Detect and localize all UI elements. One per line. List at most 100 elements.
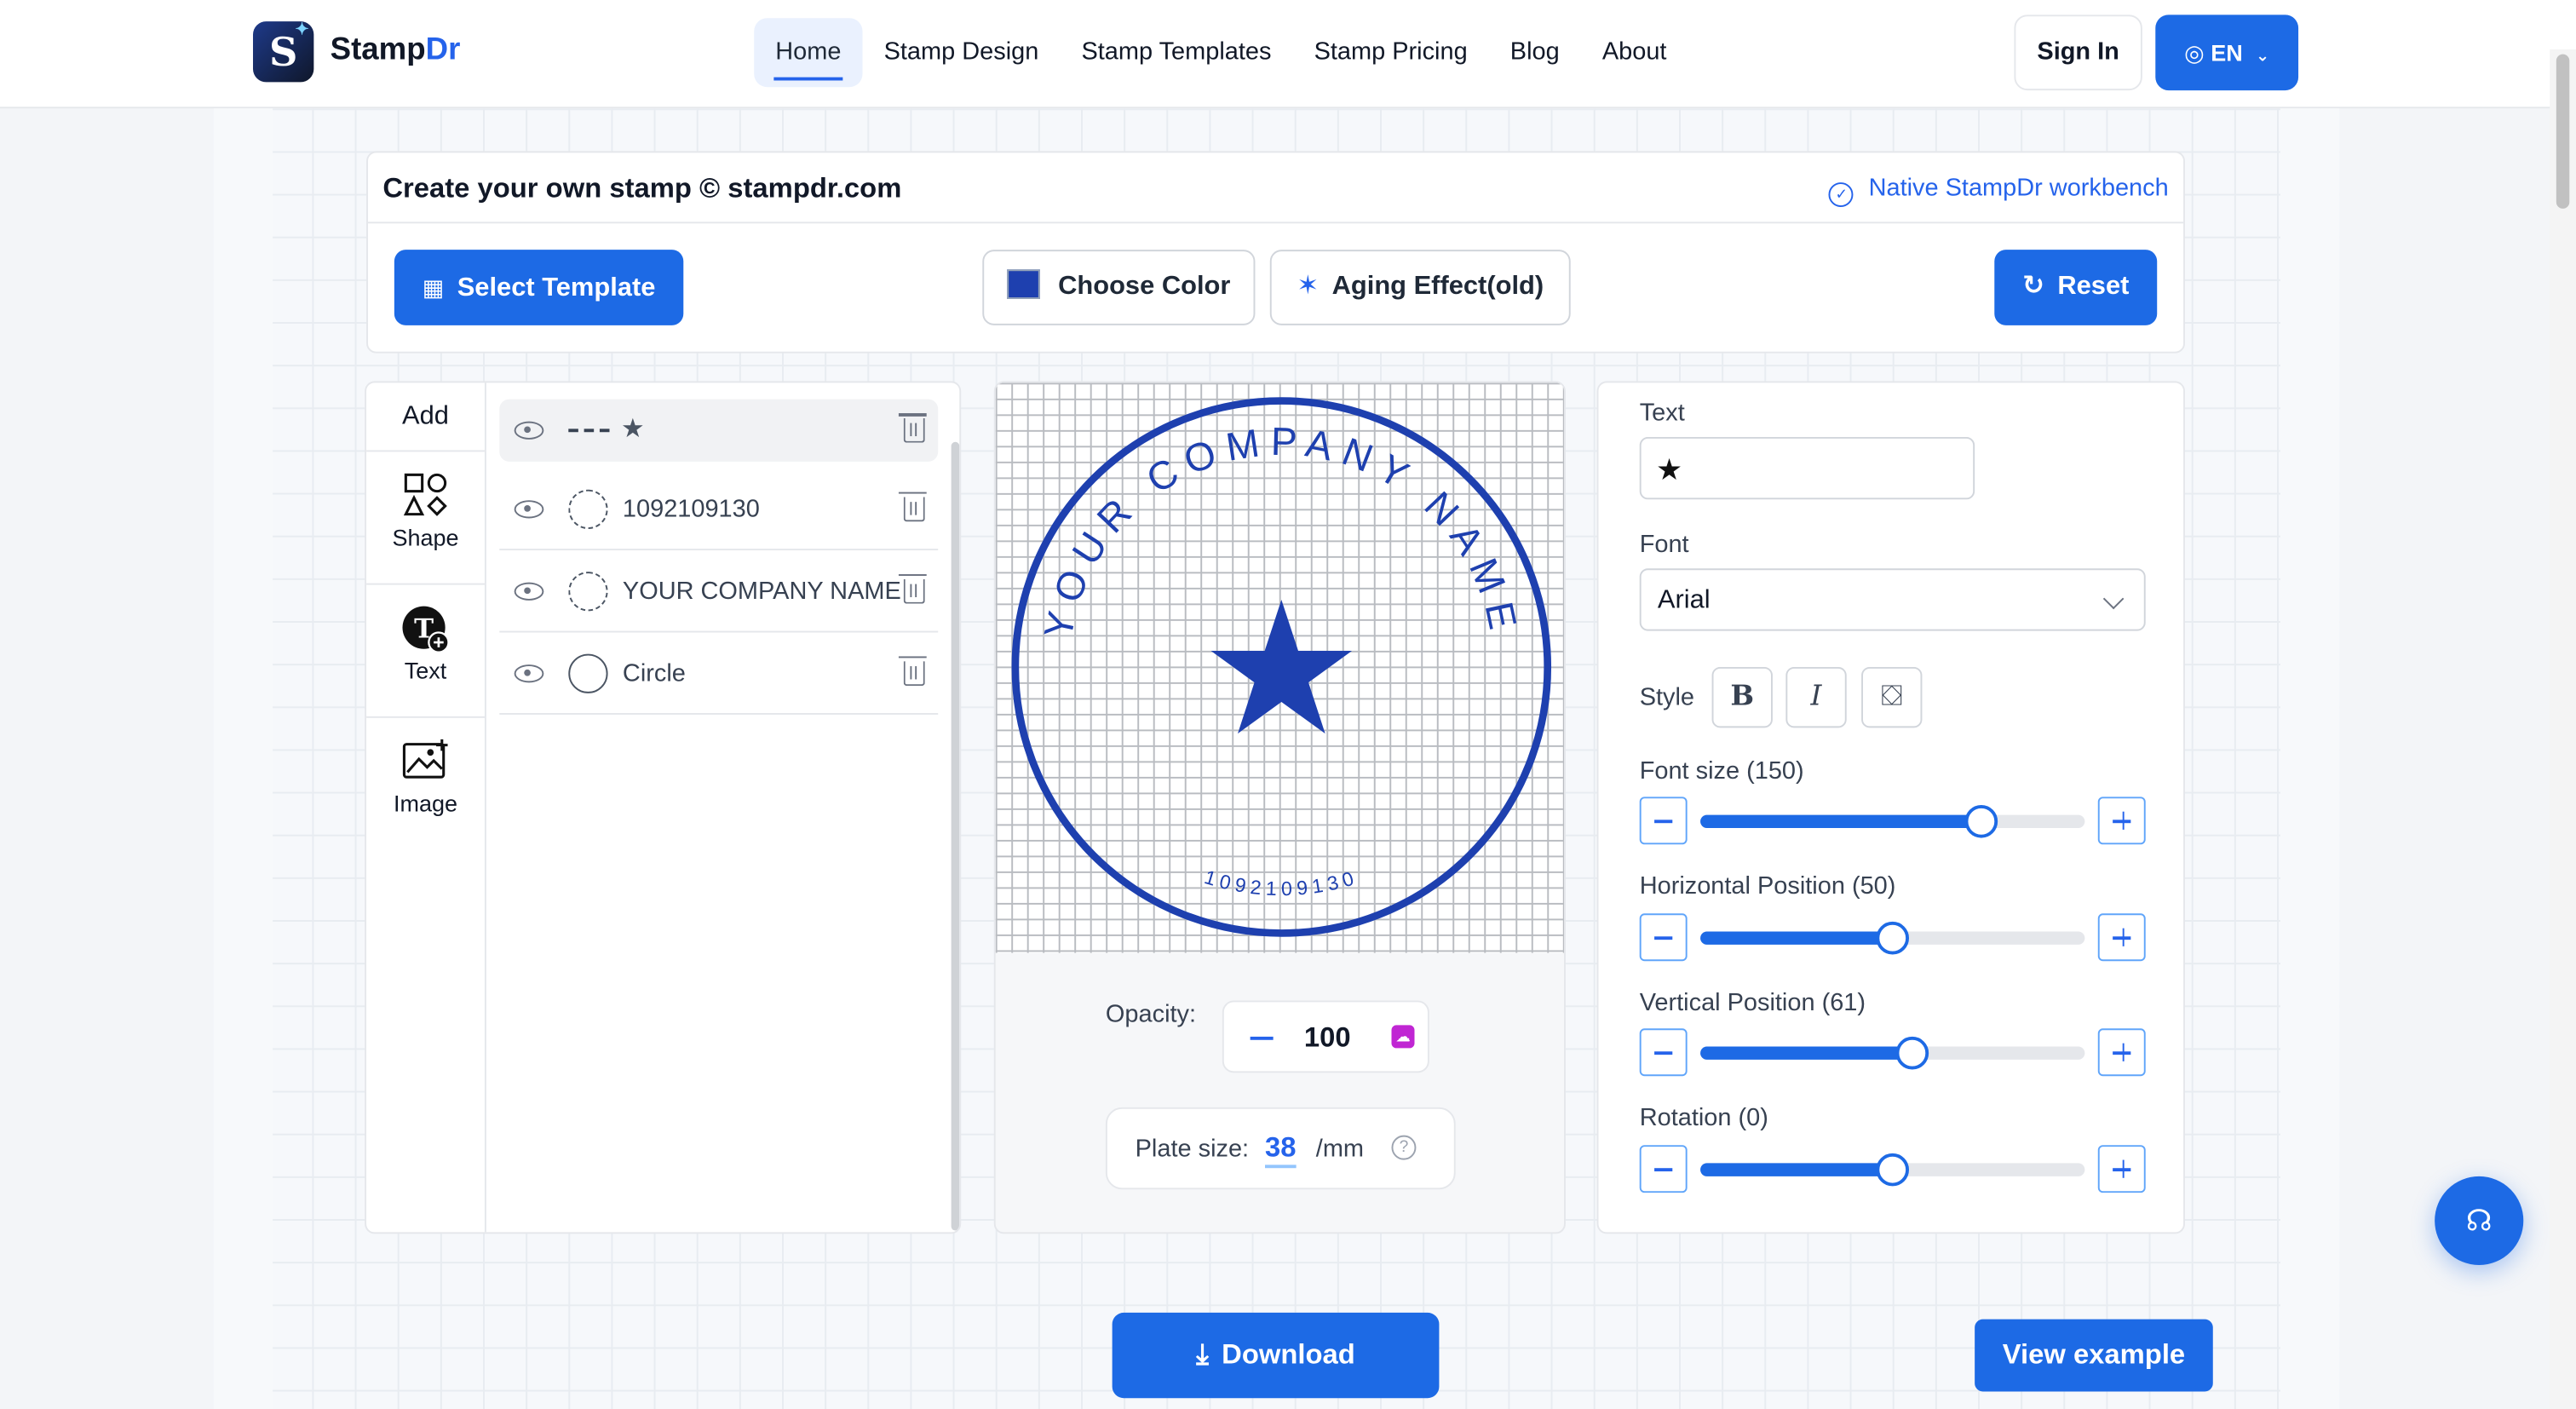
language-selector[interactable]: ◎ EN ⌄ — [2155, 14, 2299, 91]
reset-button[interactable]: ↻ Reset — [1994, 250, 2158, 325]
scrollbar-thumb[interactable] — [2556, 54, 2570, 209]
rotation-label: Rotation (0) — [1639, 1103, 1768, 1132]
eye-icon[interactable] — [514, 664, 544, 682]
add-shape-button[interactable]: Shape — [366, 450, 485, 583]
font-size-decrease-button[interactable] — [1639, 797, 1688, 845]
layer-list-scrollbar[interactable] — [951, 441, 960, 1231]
horizontal-position-decrease-button[interactable] — [1639, 913, 1688, 962]
stamp-bottom-text: 1092109130 — [1202, 866, 1361, 900]
workbench-title: Create your own stamp © stampdr.com — [382, 172, 902, 204]
vertical-position-decrease-button[interactable] — [1639, 1028, 1688, 1077]
nav-home[interactable]: Home — [754, 18, 863, 88]
layers-panel: Add Shape T Text Image ★ 1092109130 YOUR… — [365, 381, 962, 1234]
template-icon: ▦ — [422, 274, 445, 301]
rotation-slider-row — [1639, 1145, 2146, 1194]
select-template-button[interactable]: ▦ Select Template — [394, 250, 684, 325]
vertical-position-slider-row — [1639, 1028, 2146, 1078]
layer-item-star[interactable]: ★ — [499, 399, 939, 462]
layer-item-circle[interactable]: Circle — [499, 632, 939, 715]
sign-in-button[interactable]: Sign In — [2014, 14, 2142, 91]
text-input[interactable]: ★ — [1639, 436, 1975, 500]
add-shape-label: Shape — [392, 524, 459, 551]
dashed-circle-icon — [568, 571, 608, 611]
vertical-position-slider[interactable] — [1700, 1036, 2085, 1070]
eye-icon[interactable] — [514, 581, 544, 600]
layer-label: ★ — [620, 415, 645, 444]
properties-panel: Text ★ Font Arial Style B I ⛋ Font size … — [1596, 381, 2185, 1234]
choose-color-button[interactable]: Choose Color — [982, 250, 1256, 325]
font-select-value: Arial — [1657, 586, 1711, 615]
add-image-button[interactable]: Image — [366, 716, 485, 849]
text-add-icon: T — [366, 605, 485, 658]
color-swatch — [1007, 269, 1040, 299]
nav-stamp-design[interactable]: Stamp Design — [863, 18, 1061, 87]
dashed-circle-icon — [568, 488, 608, 529]
rotation-decrease-button[interactable] — [1639, 1145, 1688, 1193]
chevron-down-icon — [2102, 588, 2125, 610]
stampdr-logo-icon[interactable]: S ✦ — [252, 21, 314, 83]
vertical-position-label: Vertical Position (61) — [1639, 988, 1866, 1017]
opacity-increase-icon[interactable]: ☁ — [1391, 1025, 1415, 1049]
paint-bucket-button[interactable]: ⛋ — [1861, 666, 1923, 728]
magic-wand-icon: ✶ — [1297, 273, 1320, 301]
rotation-increase-button[interactable] — [2097, 1145, 2146, 1193]
horizontal-position-slider-handle[interactable] — [1876, 921, 1909, 955]
layer-item-number[interactable]: 1092109130 — [499, 469, 939, 551]
horizontal-position-slider[interactable] — [1700, 921, 2085, 955]
eye-icon[interactable] — [514, 499, 544, 518]
font-size-increase-button[interactable] — [2097, 797, 2146, 845]
check-circle-icon: ✓ — [1829, 182, 1854, 207]
aging-effect-button[interactable]: ✶ Aging Effect(old) — [1269, 250, 1571, 325]
nav-stamp-templates[interactable]: Stamp Templates — [1060, 18, 1292, 87]
horizontal-position-slider-fill — [1700, 931, 1893, 945]
horizontal-position-increase-button[interactable] — [2097, 913, 2146, 962]
bold-button[interactable]: B — [1711, 666, 1773, 728]
trash-icon[interactable] — [898, 655, 927, 686]
page-edge-right — [2280, 108, 2340, 1409]
font-select[interactable]: Arial — [1639, 568, 2146, 631]
main-nav: Home Stamp Design Stamp Templates Stamp … — [754, 18, 1688, 88]
vertical-position-increase-button[interactable] — [2097, 1028, 2146, 1077]
trash-icon[interactable] — [898, 491, 927, 521]
brand-name[interactable]: StampDr — [331, 33, 461, 69]
font-size-slider[interactable] — [1700, 804, 2085, 838]
style-label: Style — [1639, 683, 1695, 712]
circle-icon — [568, 653, 608, 693]
font-size-slider-fill — [1700, 814, 1981, 828]
view-example-button[interactable]: View example — [1975, 1319, 2213, 1392]
stamp-canvas[interactable]: YOUR COMPANY NAME 1092109130 ★ — [995, 382, 1564, 953]
trash-icon[interactable] — [898, 573, 927, 603]
vertical-position-slider-handle[interactable] — [1895, 1036, 1929, 1070]
layer-item-company-name[interactable]: YOUR COMPANY NAME — [499, 550, 939, 633]
plate-size-field: Plate size: 38 /mm ? — [1105, 1107, 1456, 1190]
globe-icon: ◎ — [2184, 39, 2205, 66]
rotation-slider-handle[interactable] — [1876, 1153, 1909, 1187]
italic-button[interactable]: I — [1785, 666, 1847, 728]
stamp-preview-panel: YOUR COMPANY NAME 1092109130 ★ Opacity: … — [993, 381, 1566, 1234]
download-label: Download — [1222, 1338, 1355, 1371]
plate-size-unit: /mm — [1315, 1135, 1365, 1164]
support-headset-icon[interactable]: ☊ — [2435, 1176, 2524, 1265]
rotation-slider[interactable] — [1700, 1153, 2085, 1187]
horizontal-position-slider-row — [1639, 913, 2146, 963]
add-text-button[interactable]: T Text — [366, 583, 485, 716]
plate-size-input[interactable]: 38 — [1264, 1132, 1297, 1169]
app-stage: S ✦ StampDr Home Stamp Design Stamp Templ… — [0, 0, 2576, 1409]
shapes-icon — [366, 471, 485, 524]
help-icon[interactable]: ? — [1391, 1135, 1417, 1160]
nav-about[interactable]: About — [1581, 18, 1688, 87]
opacity-stepper[interactable]: 100 ☁ — [1222, 1000, 1429, 1073]
eye-icon[interactable] — [514, 421, 544, 440]
native-workbench-link[interactable]: ✓ Native StampDr workbench — [1829, 174, 2169, 207]
opacity-label: Opacity: — [1105, 1000, 1197, 1029]
paint-bucket-icon: ⛋ — [1881, 680, 1903, 713]
trash-icon[interactable] — [898, 413, 927, 443]
nav-blog[interactable]: Blog — [1489, 18, 1581, 87]
page-scrollbar[interactable] — [2550, 49, 2576, 1409]
add-toolbox: Add Shape T Text Image — [366, 382, 486, 1233]
nav-stamp-pricing[interactable]: Stamp Pricing — [1293, 18, 1489, 87]
font-size-slider-handle[interactable] — [1964, 804, 1998, 838]
plate-size-label: Plate size: — [1135, 1135, 1250, 1164]
download-button[interactable]: ⤓ Download — [1112, 1312, 1440, 1399]
image-add-icon — [366, 738, 485, 791]
